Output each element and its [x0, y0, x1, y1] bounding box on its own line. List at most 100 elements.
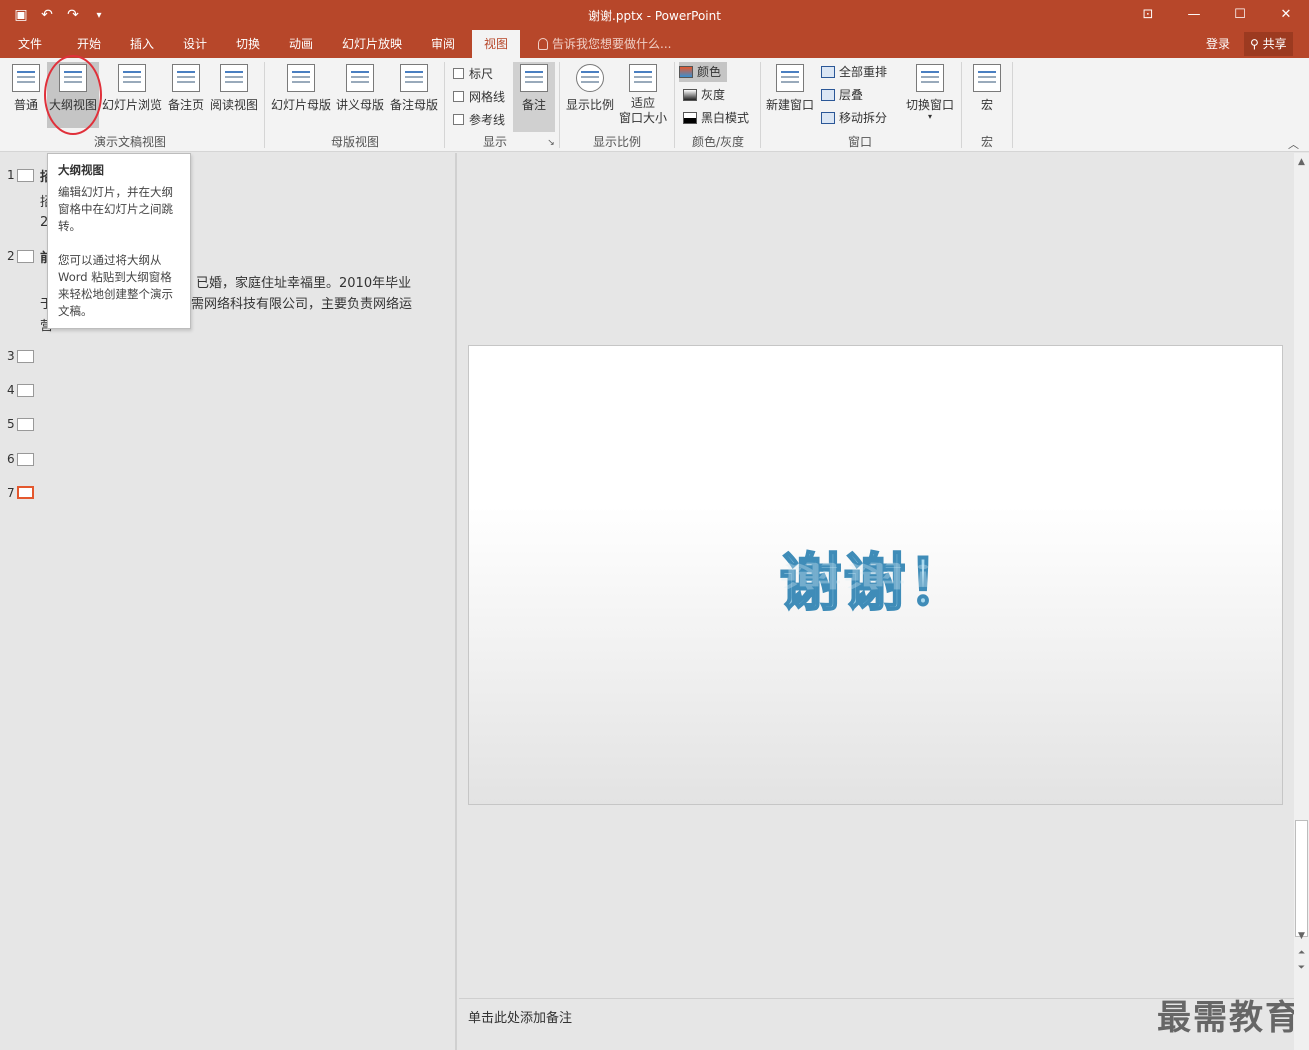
grayscale-swatch-icon	[683, 89, 697, 101]
group-separator	[444, 62, 445, 148]
previous-slide-icon[interactable]: ⏶	[1294, 946, 1309, 960]
group-label-master-views: 母版视图	[330, 135, 379, 149]
highlight-circle	[44, 55, 102, 135]
slide-master-button[interactable]: 幻灯片母版	[270, 62, 332, 128]
scroll-up-icon[interactable]: ▲	[1294, 155, 1309, 169]
slide-icon[interactable]	[17, 250, 34, 263]
slide-sorter-button[interactable]: 幻灯片浏览	[101, 62, 163, 128]
cascade-icon	[821, 89, 835, 101]
reading-view-icon	[220, 64, 248, 92]
notes-page-icon	[172, 64, 200, 92]
ribbon-tabs: 文件 开始 插入 设计 切换 动画 幻灯片放映 审阅 视图 告诉我您想要做什么.…	[0, 30, 1309, 58]
slide-number: 3	[7, 349, 15, 363]
guides-checkbox[interactable]: 参考线	[453, 111, 505, 128]
group-label-show: 显示	[482, 135, 507, 149]
window-title: 谢谢.pptx - PowerPoint	[588, 9, 721, 23]
black-white-button[interactable]: 黑白模式	[683, 108, 749, 128]
switch-window-button[interactable]: 切换窗口 ▾	[904, 62, 956, 132]
cascade-button[interactable]: 层叠	[821, 85, 863, 105]
notes-placeholder[interactable]: 单击此处添加备注	[468, 1007, 572, 1026]
tooltip-title: 大纲视图	[58, 163, 104, 177]
notes-master-button[interactable]: 备注母版	[388, 62, 440, 128]
sign-in-link[interactable]: 登录	[1206, 30, 1230, 58]
notes-button[interactable]: 备注	[513, 62, 555, 132]
slide-icon-selected[interactable]	[17, 486, 34, 499]
outline-text[interactable]: 需网络科技有限公司，主要负责网络运	[191, 293, 412, 312]
reading-view-button[interactable]: 阅读视图	[208, 62, 260, 128]
arrange-all-icon	[821, 66, 835, 78]
outline-text[interactable]: 已婚，家庭住址幸福里。2010年毕业	[196, 272, 411, 291]
move-split-button[interactable]: 移动拆分	[821, 108, 887, 128]
tooltip-outline-view: 大纲视图 编辑幻灯片，并在大纲窗格中在幻灯片之间跳转。 您可以通过将大纲从 Wo…	[47, 153, 191, 329]
dialog-launcher-icon[interactable]: ↘	[546, 138, 556, 148]
ruler-checkbox[interactable]: 标尺	[453, 65, 493, 82]
normal-view-button[interactable]: 普通	[6, 62, 46, 128]
next-slide-icon[interactable]: ⏷	[1294, 961, 1309, 975]
notes-master-icon	[400, 64, 428, 92]
vertical-scrollbar[interactable]: ▲ ▼ ⏶ ⏷	[1294, 153, 1309, 1050]
slide-number: 6	[7, 452, 15, 466]
new-window-icon	[776, 64, 804, 92]
slide-number: 7	[7, 486, 15, 500]
group-label-color: 颜色/灰度	[691, 135, 745, 149]
group-separator	[961, 62, 962, 148]
arrange-all-button[interactable]: 全部重排	[821, 62, 887, 82]
fit-to-window-button[interactable]: 适应 窗口大小	[618, 62, 668, 132]
tell-me-box[interactable]: 告诉我您想要做什么...	[538, 30, 671, 58]
tab-file[interactable]: 文件	[8, 30, 52, 58]
slide-number: 5	[7, 417, 15, 431]
minimize-icon[interactable]: —	[1171, 0, 1217, 30]
slide-icon[interactable]	[17, 169, 34, 182]
ribbon-view: 普通 大纲视图 幻灯片浏览 备注页 阅读视图 演示文稿视图 幻灯片母版 讲义母版…	[0, 58, 1309, 152]
share-button[interactable]: ⚲ 共享	[1244, 32, 1293, 56]
slide-icon[interactable]	[17, 384, 34, 397]
tab-insert[interactable]: 插入	[119, 30, 165, 58]
gridlines-checkbox[interactable]: 网格线	[453, 88, 505, 105]
macros-button[interactable]: 宏	[966, 62, 1008, 128]
handout-master-button[interactable]: 讲义母版	[334, 62, 386, 128]
close-icon[interactable]: ✕	[1263, 0, 1309, 30]
tab-animations[interactable]: 动画	[278, 30, 324, 58]
zoom-button[interactable]: 显示比例	[564, 62, 616, 128]
pane-splitter[interactable]	[455, 153, 457, 1050]
color-swatch-icon	[679, 66, 693, 78]
slide-icon[interactable]	[17, 350, 34, 363]
tab-transitions[interactable]: 切换	[225, 30, 271, 58]
tab-view[interactable]: 视图	[472, 30, 520, 58]
notes-page-button[interactable]: 备注页	[166, 62, 206, 128]
tooltip-tip: 您可以通过将大纲从 Word 粘贴到大纲窗格来轻松地创建整个演示文稿。	[58, 253, 173, 318]
tab-slideshow[interactable]: 幻灯片放映	[334, 30, 410, 58]
group-separator	[559, 62, 560, 148]
group-separator	[1012, 62, 1013, 148]
collapse-ribbon-icon[interactable]: ︿	[1288, 136, 1299, 152]
person-icon: ⚲	[1250, 37, 1263, 51]
slide-canvas[interactable]: 谢谢！ 谢谢！	[468, 345, 1283, 805]
group-label-macros: 宏	[980, 135, 993, 149]
move-split-icon	[821, 112, 835, 124]
tab-review[interactable]: 审阅	[420, 30, 466, 58]
group-separator	[264, 62, 265, 148]
dropdown-arrow-icon: ▾	[927, 112, 932, 121]
watermark-logo: 最需教育	[1157, 998, 1301, 1038]
grayscale-button[interactable]: 灰度	[683, 85, 725, 105]
slide-icon[interactable]	[17, 418, 34, 431]
notes-icon	[520, 64, 548, 92]
ribbon-display-icon[interactable]: ⊡	[1125, 0, 1171, 30]
slide-number: 4	[7, 383, 15, 397]
macro-icon	[973, 64, 1001, 92]
new-window-button[interactable]: 新建窗口	[764, 62, 816, 128]
tab-design[interactable]: 设计	[172, 30, 218, 58]
scroll-down-icon[interactable]: ▼	[1294, 929, 1309, 943]
title-bar: ▣ ↶ ↷ ▾ 谢谢.pptx - PowerPoint ⊡ — ☐ ✕	[0, 0, 1309, 30]
tooltip-description: 编辑幻灯片，并在大纲窗格中在幻灯片之间跳转。	[58, 185, 173, 233]
switch-window-icon	[916, 64, 944, 92]
maximize-icon[interactable]: ☐	[1217, 0, 1263, 30]
color-button[interactable]: 颜色	[679, 62, 728, 82]
group-separator	[674, 62, 675, 148]
tab-home[interactable]: 开始	[66, 30, 112, 58]
handout-master-icon	[346, 64, 374, 92]
scrollbar-thumb[interactable]	[1295, 820, 1308, 937]
slide-number: 2	[7, 249, 15, 263]
slide-icon[interactable]	[17, 453, 34, 466]
window-controls: ⊡ — ☐ ✕	[1125, 0, 1309, 30]
